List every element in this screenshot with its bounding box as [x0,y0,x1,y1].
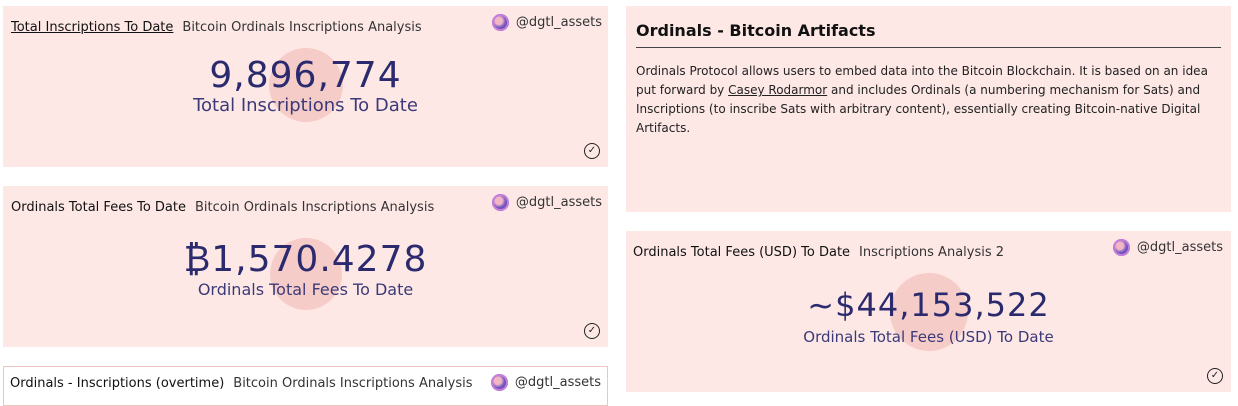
metric-block: 9,896,774 Total Inscriptions To Date [3,48,608,122]
check-circle-icon: ✓ [1207,368,1223,384]
card-title[interactable]: Ordinals Total Fees To Date [11,200,186,215]
metric-label: Ordinals Total Fees (USD) To Date [803,328,1054,346]
check-circle-icon: ✓ [584,323,600,339]
metric-value: 9,896,774 [209,55,402,96]
avatar [491,194,509,211]
metric-block: ~$44,153,522 Ordinals Total Fees (USD) T… [626,273,1231,351]
metric-label: Ordinals Total Fees To Date [197,280,414,299]
card-total-fees-usd: Ordinals Total Fees (USD) To Date Inscri… [626,231,1231,392]
card-inscriptions-overtime: Ordinals - Inscriptions (overtime) Bitco… [3,366,608,406]
owner-badge[interactable]: @dgtl_assets [1112,239,1223,256]
card-title[interactable]: Ordinals - Inscriptions (overtime) [10,376,224,391]
avatar [490,374,508,391]
metric-value: ₿1,570.4278 [183,239,428,280]
card-title-link[interactable]: Total Inscriptions To Date [11,20,173,35]
check-glyph: ✓ [587,325,597,336]
owner-handle: @dgtl_assets [515,195,602,210]
avatar [1112,239,1130,256]
text-card-heading: Ordinals - Bitcoin Artifacts [636,21,876,40]
metric-block: ₿1,570.4278 Ordinals Total Fees To Date [3,238,608,310]
owner-badge[interactable]: @dgtl_assets [491,194,602,211]
owner-handle: @dgtl_assets [1136,240,1223,255]
text-card-body: Ordinals Protocol allows users to embed … [636,62,1221,138]
metric-value: ~$44,153,522 [807,286,1050,324]
check-glyph: ✓ [1210,370,1220,381]
card-dashboard-name[interactable]: Bitcoin Ordinals Inscriptions Analysis [233,376,472,391]
owner-badge[interactable]: @dgtl_assets [491,14,602,31]
avatar [491,14,509,31]
metric-label: Total Inscriptions To Date [193,95,418,116]
owner-handle: @dgtl_assets [514,375,601,390]
heading-divider [636,47,1221,48]
casey-rodarmor-link[interactable]: Casey Rodarmor [728,83,827,97]
card-ordinals-artifacts-text: Ordinals - Bitcoin Artifacts Ordinals Pr… [626,6,1231,212]
owner-handle: @dgtl_assets [515,15,602,30]
card-dashboard-name[interactable]: Bitcoin Ordinals Inscriptions Analysis [195,200,434,215]
owner-badge[interactable]: @dgtl_assets [490,374,601,391]
card-total-inscriptions: Total Inscriptions To Date Bitcoin Ordin… [3,6,608,167]
check-circle-icon: ✓ [584,143,600,159]
check-glyph: ✓ [587,145,597,156]
card-dashboard-name[interactable]: Inscriptions Analysis 2 [859,245,1004,260]
card-title[interactable]: Ordinals Total Fees (USD) To Date [633,245,850,260]
card-total-fees: Ordinals Total Fees To Date Bitcoin Ordi… [3,186,608,347]
card-dashboard-name[interactable]: Bitcoin Ordinals Inscriptions Analysis [182,20,421,35]
